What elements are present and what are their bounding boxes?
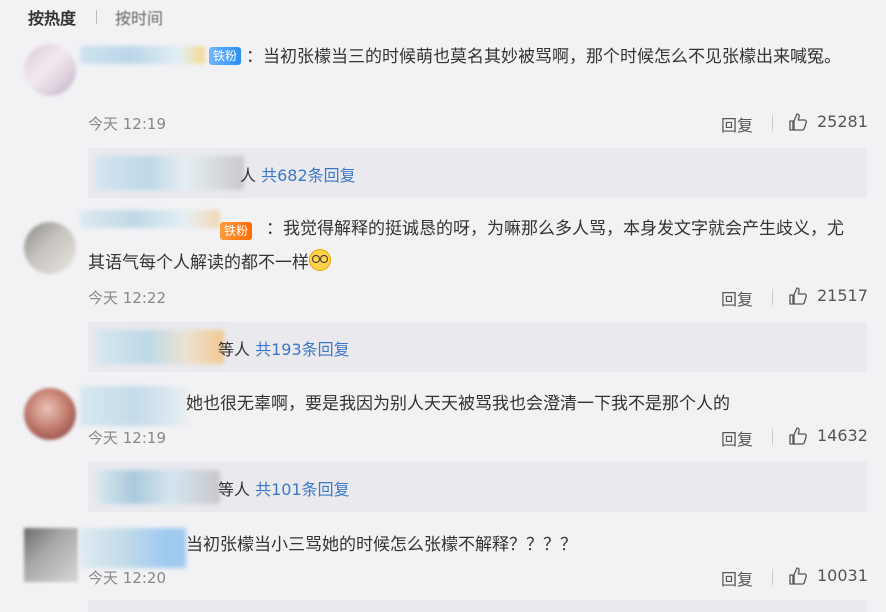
comment-time: 今天 12:19 (88, 429, 166, 447)
like-icon[interactable] (788, 566, 808, 586)
reply-button[interactable]: 回复 (721, 426, 753, 450)
reply-button[interactable]: 回复 (721, 286, 753, 310)
reply-button[interactable]: 回复 (721, 112, 753, 136)
like-count: 14632 (817, 426, 868, 445)
reply-count-link[interactable]: 共193条回复 (255, 340, 350, 359)
like-count: 10031 (817, 566, 868, 585)
like-icon[interactable] (788, 426, 808, 446)
comment-text: ：我觉得解释的挺诚恳的呀，为嘛那么多人骂，本身发文字就会产生歧义，尤其语气每个人… (88, 212, 858, 280)
action-divider (772, 115, 773, 131)
username[interactable] (80, 386, 188, 426)
like-icon[interactable] (788, 286, 808, 306)
avatar[interactable] (24, 388, 76, 440)
comment-text: ：当初张檬当三的时候萌也莫名其妙被骂啊，那个时候怎么不见张檬出来喊冤。 (246, 47, 841, 67)
reply-preview[interactable] (88, 600, 867, 612)
reply-preview[interactable]: 等人 共193条回复 (88, 322, 867, 372)
comment-text: 当初张檬当小三骂她的时候怎么张檬不解释？？？？ (186, 535, 577, 555)
reply-suffix: 人 (240, 166, 257, 185)
reply-avatars (96, 156, 244, 190)
like-count: 25281 (817, 112, 868, 131)
comment-time: 今天 12:19 (88, 115, 166, 133)
comment-text: 她也很无辜啊，要是我因为别人天天被骂我也会澄清一下我不是那个人的 (186, 394, 730, 414)
emoji-face-icon (309, 249, 331, 271)
avatar[interactable] (24, 222, 76, 274)
reply-button[interactable]: 回复 (721, 566, 753, 590)
reply-avatars (96, 470, 220, 504)
username[interactable] (80, 528, 186, 568)
action-divider (772, 569, 773, 585)
comment-time: 今天 12:20 (88, 569, 166, 587)
reply-suffix: 等人 (218, 480, 251, 499)
reply-summary: 人 共682条回复 (240, 162, 356, 186)
avatar[interactable] (24, 44, 76, 96)
avatar[interactable] (24, 528, 78, 582)
reply-summary: 等人 共101条回复 (218, 476, 350, 500)
reply-count-link[interactable]: 共101条回复 (255, 480, 350, 499)
reply-count-link[interactable]: 共682条回复 (261, 166, 356, 185)
sort-divider (96, 10, 98, 24)
reply-avatars (96, 330, 224, 364)
action-divider (772, 429, 773, 445)
sort-bar: 按热度 按时间 (28, 4, 163, 30)
reply-preview[interactable]: 等人 共101条回复 (88, 462, 867, 512)
sort-by-time-tab[interactable]: 按时间 (115, 5, 163, 29)
reply-preview[interactable]: 人 共682条回复 (88, 148, 867, 198)
like-count: 21517 (817, 286, 868, 305)
reply-summary: 等人 共193条回复 (218, 336, 350, 360)
reply-suffix: 等人 (218, 340, 251, 359)
comment-time: 今天 12:22 (88, 289, 166, 307)
sort-by-hot-tab[interactable]: 按热度 (28, 5, 76, 29)
action-divider (772, 289, 773, 305)
comment-text-content: ：我觉得解释的挺诚恳的呀，为嘛那么多人骂，本身发文字就会产生歧义，尤其语气每个人… (88, 219, 844, 273)
like-icon[interactable] (788, 112, 808, 132)
